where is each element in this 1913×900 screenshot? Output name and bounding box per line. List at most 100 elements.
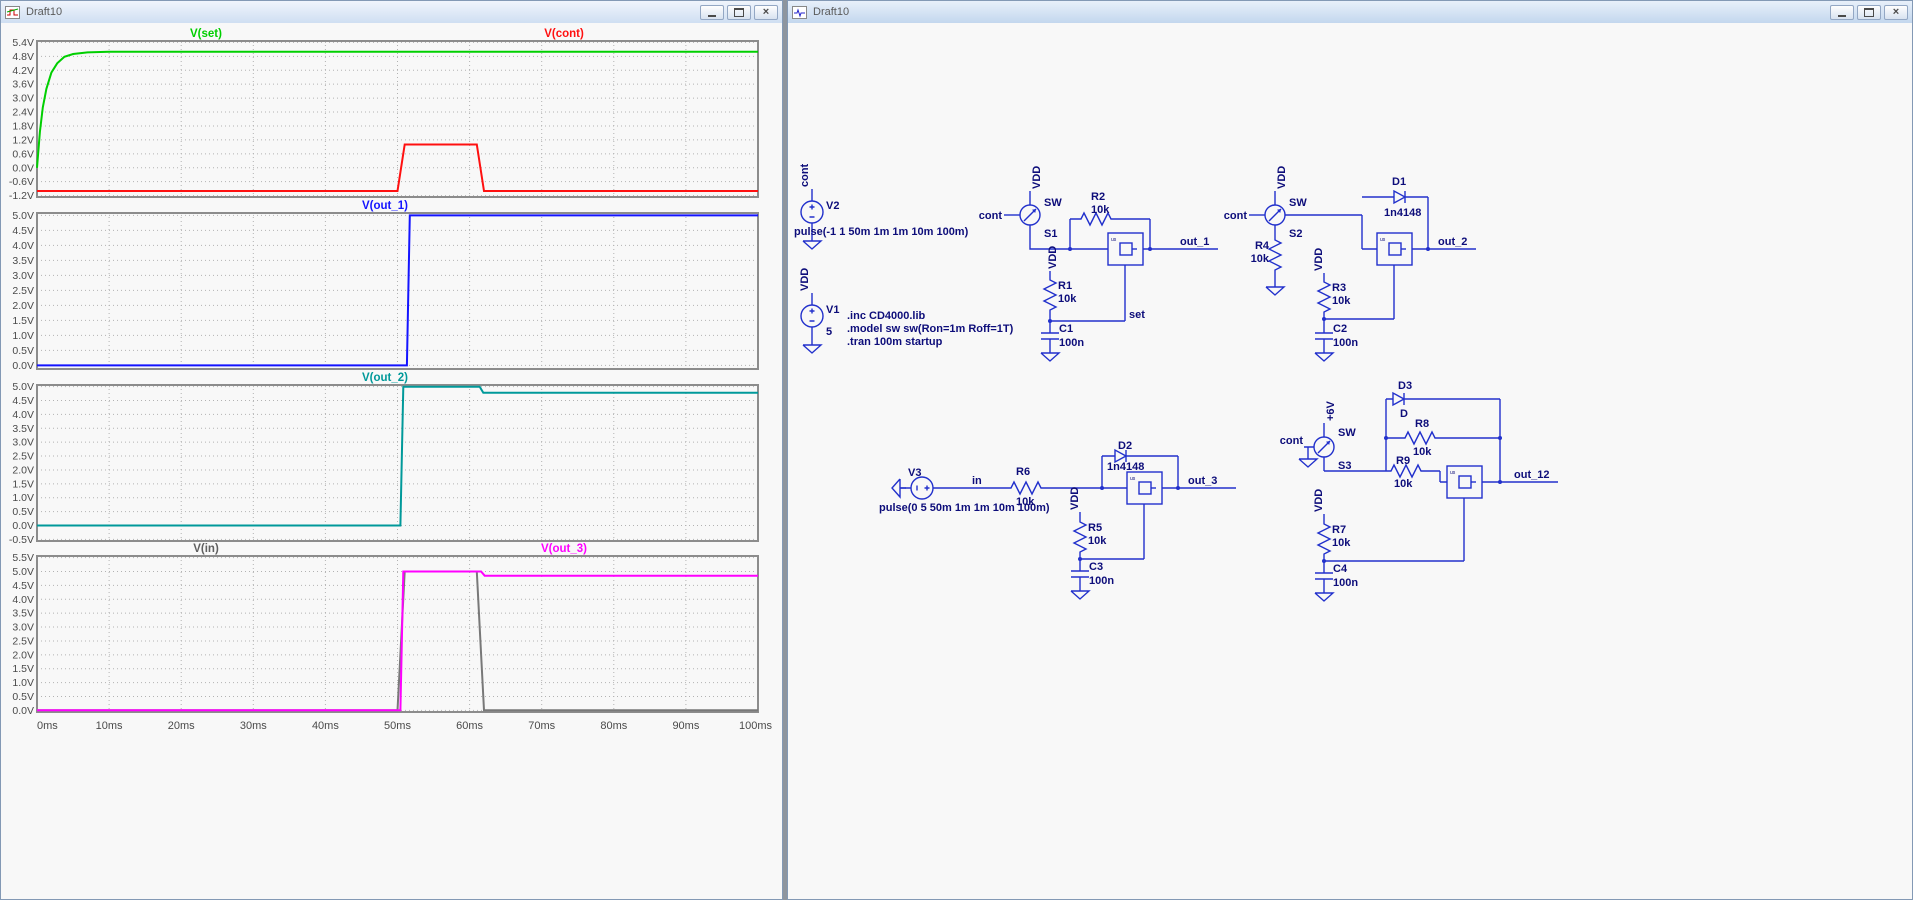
inverter-gate-U2[interactable]: us [1376,232,1413,266]
svg-text:5.0V: 5.0V [12,381,34,393]
net-label-set[interactable]: set [1129,309,1145,321]
waveform-window-icon [5,5,21,19]
diode-D2[interactable]: D2 1n4148 [1101,440,1179,488]
net-label-cont[interactable]: cont [1224,210,1248,222]
component-value: 5 [826,326,832,338]
component-value: 1n4148 [1384,207,1421,219]
minimize-icon [1838,14,1846,17]
resistor-R9[interactable]: R9 10k [1385,455,1427,490]
component-value: 10k [1091,204,1110,216]
capacitor-C2[interactable]: C2 100n [1314,323,1358,349]
net-label-cont[interactable]: cont [799,163,811,187]
waveform-pane-out2[interactable]: V(out_2) 5.0V 4.5V 4.0V 3.5V 3.0V 2.5V 2.0V 1.5V… [1,371,782,546]
net-label-vdd[interactable]: VDD [1069,487,1081,510]
capacitor-C3[interactable]: C3 100n [1070,561,1114,587]
diode-D3[interactable]: D3 D [1385,380,1500,420]
resistor-R2[interactable]: R2 10k [1069,191,1151,249]
svg-text:4.0V: 4.0V [12,594,34,606]
net-label-cont[interactable]: cont [979,210,1003,222]
svg-text:2.0V: 2.0V [12,649,34,661]
svg-text:0.5V: 0.5V [12,506,34,518]
resistor-R7[interactable]: VDD R7 10k [1313,489,1351,560]
net-label-in[interactable]: in [972,475,982,487]
svg-text:V(out_2): V(out_2) [362,372,408,384]
svg-text:70ms: 70ms [528,720,555,732]
net-label-vdd[interactable]: VDD [1047,246,1059,269]
waveform-pane-in-out3[interactable]: V(in) V(out_3) 5.5V 5.0V 4.5V 4.0V 3.5V 3.0V 2.5… [1,542,782,717]
waveform-window-titlebar[interactable]: Draft10 × [1,1,782,24]
svg-text:100ms: 100ms [739,720,773,732]
svg-text:0ms: 0ms [37,720,58,732]
component-value: 10k [1088,535,1107,547]
minimize-button[interactable] [1830,4,1854,20]
component-value: 10k [1332,537,1351,549]
close-icon: × [762,6,770,18]
schematic-canvas[interactable]: cont V2 pulse(-1 1 50m 1m 1m 10m 100m) V… [788,23,1913,900]
net-label-p6v[interactable]: +6V [1325,400,1337,421]
svg-text:5.5V: 5.5V [12,552,34,564]
circuit-block-1: cont VDD SW S1 R2 10k us out_1 VDD R1 10… [979,166,1218,362]
net-label-cont[interactable]: cont [1280,435,1304,447]
voltage-source-V1[interactable]: VDD V1 5 [799,268,839,354]
schematic-window-titlebar[interactable]: Draft10 × [788,1,1912,24]
switch-S2[interactable]: VDD SW S2 [1264,166,1307,240]
spice-directives[interactable]: .inc CD4000.lib .model sw sw(Ron=1m Roff… [847,310,1014,348]
resistor-R4[interactable]: R4 10k [1251,232,1282,276]
component-name: R6 [1016,466,1030,478]
component-model: SW [1044,197,1062,209]
capacitor-C1[interactable]: C1 100n [1040,323,1084,349]
net-label-out3[interactable]: out_3 [1188,475,1217,487]
component-value: 10k [1058,293,1077,305]
svg-text:40ms: 40ms [312,720,339,732]
svg-text:2.0V: 2.0V [12,464,34,476]
directive-line[interactable]: .tran 100m startup [847,336,943,348]
component-name: C2 [1333,323,1347,335]
restore-button[interactable] [727,4,751,20]
voltage-source-V2[interactable]: cont V2 pulse(-1 1 50m 1m 1m 10m 100m) [794,163,969,250]
minimize-button[interactable] [700,4,724,20]
svg-text:20ms: 20ms [168,720,195,732]
resistor-R3[interactable]: VDD R3 10k [1313,248,1351,318]
net-label-out1[interactable]: out_1 [1180,236,1209,248]
resistor-R8[interactable]: R8 10k [1386,418,1500,458]
net-label-out12[interactable]: out_12 [1514,469,1549,481]
component-model: SW [1338,427,1356,439]
svg-text:4.5V: 4.5V [12,225,34,237]
svg-text:2.4V: 2.4V [12,107,34,119]
svg-text:2.5V: 2.5V [12,451,34,463]
directive-line[interactable]: .model sw sw(Ron=1m Roff=1T) [847,323,1014,335]
restore-button[interactable] [1857,4,1881,20]
svg-text:4.5V: 4.5V [12,395,34,407]
net-label-vdd[interactable]: VDD [1276,166,1288,189]
switch-S3[interactable]: +6V SW S3 [1313,400,1356,472]
resistor-R5[interactable]: VDD R5 10k [1069,487,1107,558]
component-name: V1 [826,304,839,316]
resistor-R1[interactable]: VDD R1 10k [1043,246,1077,316]
svg-text:3.0V: 3.0V [12,270,34,282]
waveform-pane-set-cont[interactable]: V(set) V(cont) 5.4V 4.8V 4.2V 3.6V 3.0V 2.4V 1.8… [1,27,782,202]
svg-text:1.2V: 1.2V [12,134,34,146]
svg-text:3.5V: 3.5V [12,608,34,620]
net-label-vdd[interactable]: VDD [1031,166,1043,189]
inverter-gate-U4[interactable]: us [1446,465,1483,499]
inverter-gate-U3[interactable]: us [1126,471,1163,505]
net-label-vdd[interactable]: VDD [1313,489,1325,512]
directive-line[interactable]: .inc CD4000.lib [847,310,926,322]
component-name: D1 [1392,176,1406,188]
component-value: 10k [1394,478,1413,490]
component-value: pulse(-1 1 50m 1m 1m 10m 100m) [794,226,969,238]
waveform-pane-out1[interactable]: V(out_1) 5.0V 4.5V 4.0V 3.5V 3.0V 2.5V 2.0V 1.5V… [1,199,782,372]
net-label-out2[interactable]: out_2 [1438,236,1467,248]
inverter-gate-U1[interactable]: us [1107,232,1144,266]
net-label-vdd[interactable]: VDD [1313,248,1325,271]
diode-D1[interactable]: D1 1n4148 [1362,176,1429,249]
close-button[interactable]: × [754,4,778,20]
component-name: D2 [1118,440,1132,452]
component-name: S3 [1338,460,1351,472]
svg-text:1.5V: 1.5V [12,663,34,675]
svg-text:0.0V: 0.0V [12,520,34,532]
close-button[interactable]: × [1884,4,1908,20]
capacitor-C4[interactable]: C4 100n [1314,563,1358,589]
switch-S1[interactable]: VDD SW S1 [1019,166,1062,240]
net-label-vdd[interactable]: VDD [799,268,811,291]
